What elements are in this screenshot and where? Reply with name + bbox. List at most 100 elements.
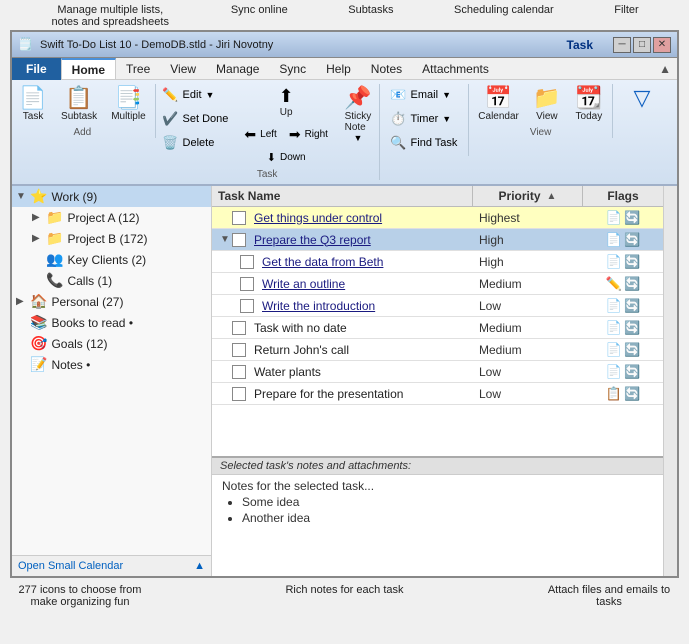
table-row[interactable]: Write the introduction Low 📄 🔄 xyxy=(212,295,663,317)
sidebar-item-personal[interactable]: ▶ 🏠 Personal (27) xyxy=(12,291,211,312)
work-expand-icon[interactable]: ▼ xyxy=(16,191,30,202)
table-row[interactable]: Write an outline Medium ✏️ 🔄 xyxy=(212,273,663,295)
sidebar-item-notes[interactable]: 📝 Notes • xyxy=(12,354,211,375)
empty-flag-6a[interactable]: 📄 xyxy=(606,320,622,336)
empty-flag-6b[interactable]: 🔄 xyxy=(624,320,640,336)
task-name-6[interactable]: Task with no date xyxy=(250,319,473,337)
sidebar-item-key-clients[interactable]: 👥 Key Clients (2) xyxy=(12,249,211,270)
task-check-9[interactable] xyxy=(232,387,246,401)
doc-flag-icon-5[interactable]: 📄 xyxy=(606,298,622,314)
refresh-flag-icon[interactable]: 🔄 xyxy=(624,210,640,226)
task-check-5[interactable] xyxy=(240,299,254,313)
empty-flag-7a[interactable]: 📄 xyxy=(606,342,622,358)
refresh-flag-icon-4[interactable]: 🔄 xyxy=(624,276,640,292)
table-row[interactable]: Prepare for the presentation Low 📋 🔄 xyxy=(212,383,663,405)
sidebar-item-project-b[interactable]: ▶ 📁 Project B (172) xyxy=(12,228,211,249)
calendar-button[interactable]: 📅 Calendar xyxy=(473,84,524,125)
task-check-3[interactable] xyxy=(240,255,254,269)
task-name-1[interactable]: Get things under control xyxy=(250,209,473,227)
ribbon: 📄 Task 📋 Subtask 📑 Multiple Add ✏️ xyxy=(12,80,677,186)
books-icon: 📚 xyxy=(30,314,47,331)
right-button[interactable]: ➡ Right xyxy=(284,123,333,146)
empty-flag-1[interactable]: 📄 xyxy=(606,254,622,270)
priority-sort-icon[interactable]: ▲ xyxy=(547,191,557,202)
note-blue-flag-icon[interactable]: 📋 xyxy=(606,386,622,402)
empty-flag-2[interactable]: 🔄 xyxy=(624,254,640,270)
expand-icon-2[interactable]: ▼ xyxy=(220,234,232,245)
refresh-flag-icon-5[interactable]: 🔄 xyxy=(624,298,640,314)
doc-flag-icon[interactable]: 📄 xyxy=(606,210,622,226)
sidebar-item-calls[interactable]: 📞 Calls (1) xyxy=(12,270,211,291)
left-button[interactable]: ⬅ Left xyxy=(239,123,281,146)
left-icon: ⬅ xyxy=(244,126,256,143)
minimize-button[interactable]: ─ xyxy=(613,37,631,53)
task-name-2[interactable]: Prepare the Q3 report xyxy=(250,231,473,249)
task-name-8[interactable]: Water plants xyxy=(250,363,473,381)
empty-flag-8a[interactable]: 📄 xyxy=(606,364,622,380)
tab-tree[interactable]: Tree xyxy=(116,58,160,79)
table-row[interactable]: Task with no date Medium 📄 🔄 xyxy=(212,317,663,339)
table-row[interactable]: Water plants Low 📄 🔄 xyxy=(212,361,663,383)
maximize-button[interactable]: □ xyxy=(633,37,651,53)
sidebar-item-books[interactable]: 📚 Books to read • xyxy=(12,312,211,333)
empty-flag-7b[interactable]: 🔄 xyxy=(624,342,640,358)
down-button[interactable]: ⬇ Down xyxy=(262,148,311,167)
sidebar-footer[interactable]: Open Small Calendar ▲ xyxy=(12,555,211,576)
sticky-note-button[interactable]: 📌 StickyNote ▼ xyxy=(339,84,377,146)
scrollbar[interactable] xyxy=(663,186,677,576)
tab-sync[interactable]: Sync xyxy=(269,58,316,79)
set-done-icon: ✔️ xyxy=(162,111,178,127)
tab-help[interactable]: Help xyxy=(316,58,361,79)
tab-view[interactable]: View xyxy=(160,58,206,79)
today-button[interactable]: 📆 Today xyxy=(570,84,608,125)
tab-home[interactable]: Home xyxy=(61,58,116,79)
multiple-button[interactable]: 📑 Multiple xyxy=(106,84,150,125)
tab-attachments[interactable]: Attachments xyxy=(412,58,499,79)
empty-flag-9b[interactable]: 🔄 xyxy=(624,386,640,402)
annotation-calendar: Scheduling calendar xyxy=(454,4,554,28)
up-button[interactable]: ⬆ Up xyxy=(270,84,302,121)
sidebar-item-project-a[interactable]: ▶ 📁 Project A (12) xyxy=(12,207,211,228)
scroll-up-icon[interactable]: ▲ xyxy=(653,62,677,76)
close-button[interactable]: ✕ xyxy=(653,37,671,53)
header-priority[interactable]: Priority ▲ xyxy=(473,186,583,206)
tab-manage[interactable]: Manage xyxy=(206,58,269,79)
tab-file[interactable]: File xyxy=(12,58,61,80)
refresh-flag-icon-2[interactable]: 🔄 xyxy=(624,232,640,248)
task-button[interactable]: 📄 Task xyxy=(14,84,52,125)
task-name-9[interactable]: Prepare for the presentation xyxy=(250,385,473,403)
task-check-7[interactable] xyxy=(232,343,246,357)
view-button[interactable]: 📁 View xyxy=(528,84,566,125)
task-name-4[interactable]: Write an outline xyxy=(258,275,473,293)
project-b-expand-icon[interactable]: ▶ xyxy=(32,233,46,244)
task-check-6[interactable] xyxy=(232,321,246,335)
task-name-5[interactable]: Write the introduction xyxy=(258,297,473,315)
edit-button[interactable]: ✏️ Edit ▼ xyxy=(157,84,233,106)
sidebar-item-work[interactable]: ▼ ⭐ Work (9) xyxy=(12,186,211,207)
doc-flag-icon-2[interactable]: 📄 xyxy=(606,232,622,248)
table-row[interactable]: Return John's call Medium 📄 🔄 xyxy=(212,339,663,361)
set-done-button[interactable]: ✔️ Set Done xyxy=(157,108,233,130)
find-task-button[interactable]: 🔍 Find Task xyxy=(385,132,462,154)
project-a-expand-icon[interactable]: ▶ xyxy=(32,212,46,223)
task-check-1[interactable] xyxy=(232,211,246,225)
subtask-button[interactable]: 📋 Subtask xyxy=(56,84,102,125)
timer-button[interactable]: ⏱️ Timer ▼ xyxy=(385,108,462,130)
personal-expand-icon[interactable]: ▶ xyxy=(16,296,30,307)
task-group-label: Task xyxy=(257,169,278,180)
edit-flag-icon[interactable]: ✏️ xyxy=(606,276,622,292)
sidebar-item-goals[interactable]: 🎯 Goals (12) xyxy=(12,333,211,354)
task-check-4[interactable] xyxy=(240,277,254,291)
table-row[interactable]: Get things under control Highest 📄 🔄 xyxy=(212,207,663,229)
refresh-green-flag-icon[interactable]: 🔄 xyxy=(624,364,640,380)
task-check-8[interactable] xyxy=(232,365,246,379)
email-button[interactable]: 📧 Email ▼ xyxy=(385,84,462,106)
filter-button[interactable]: ▽ xyxy=(623,84,661,114)
delete-button[interactable]: 🗑️ Delete xyxy=(157,132,233,154)
task-name-3[interactable]: Get the data from Beth xyxy=(258,253,473,271)
table-row[interactable]: ▼ Prepare the Q3 report High 📄 🔄 xyxy=(212,229,663,251)
tab-notes[interactable]: Notes xyxy=(361,58,412,79)
task-check-2[interactable] xyxy=(232,233,246,247)
table-row[interactable]: Get the data from Beth High 📄 🔄 xyxy=(212,251,663,273)
task-name-7[interactable]: Return John's call xyxy=(250,341,473,359)
